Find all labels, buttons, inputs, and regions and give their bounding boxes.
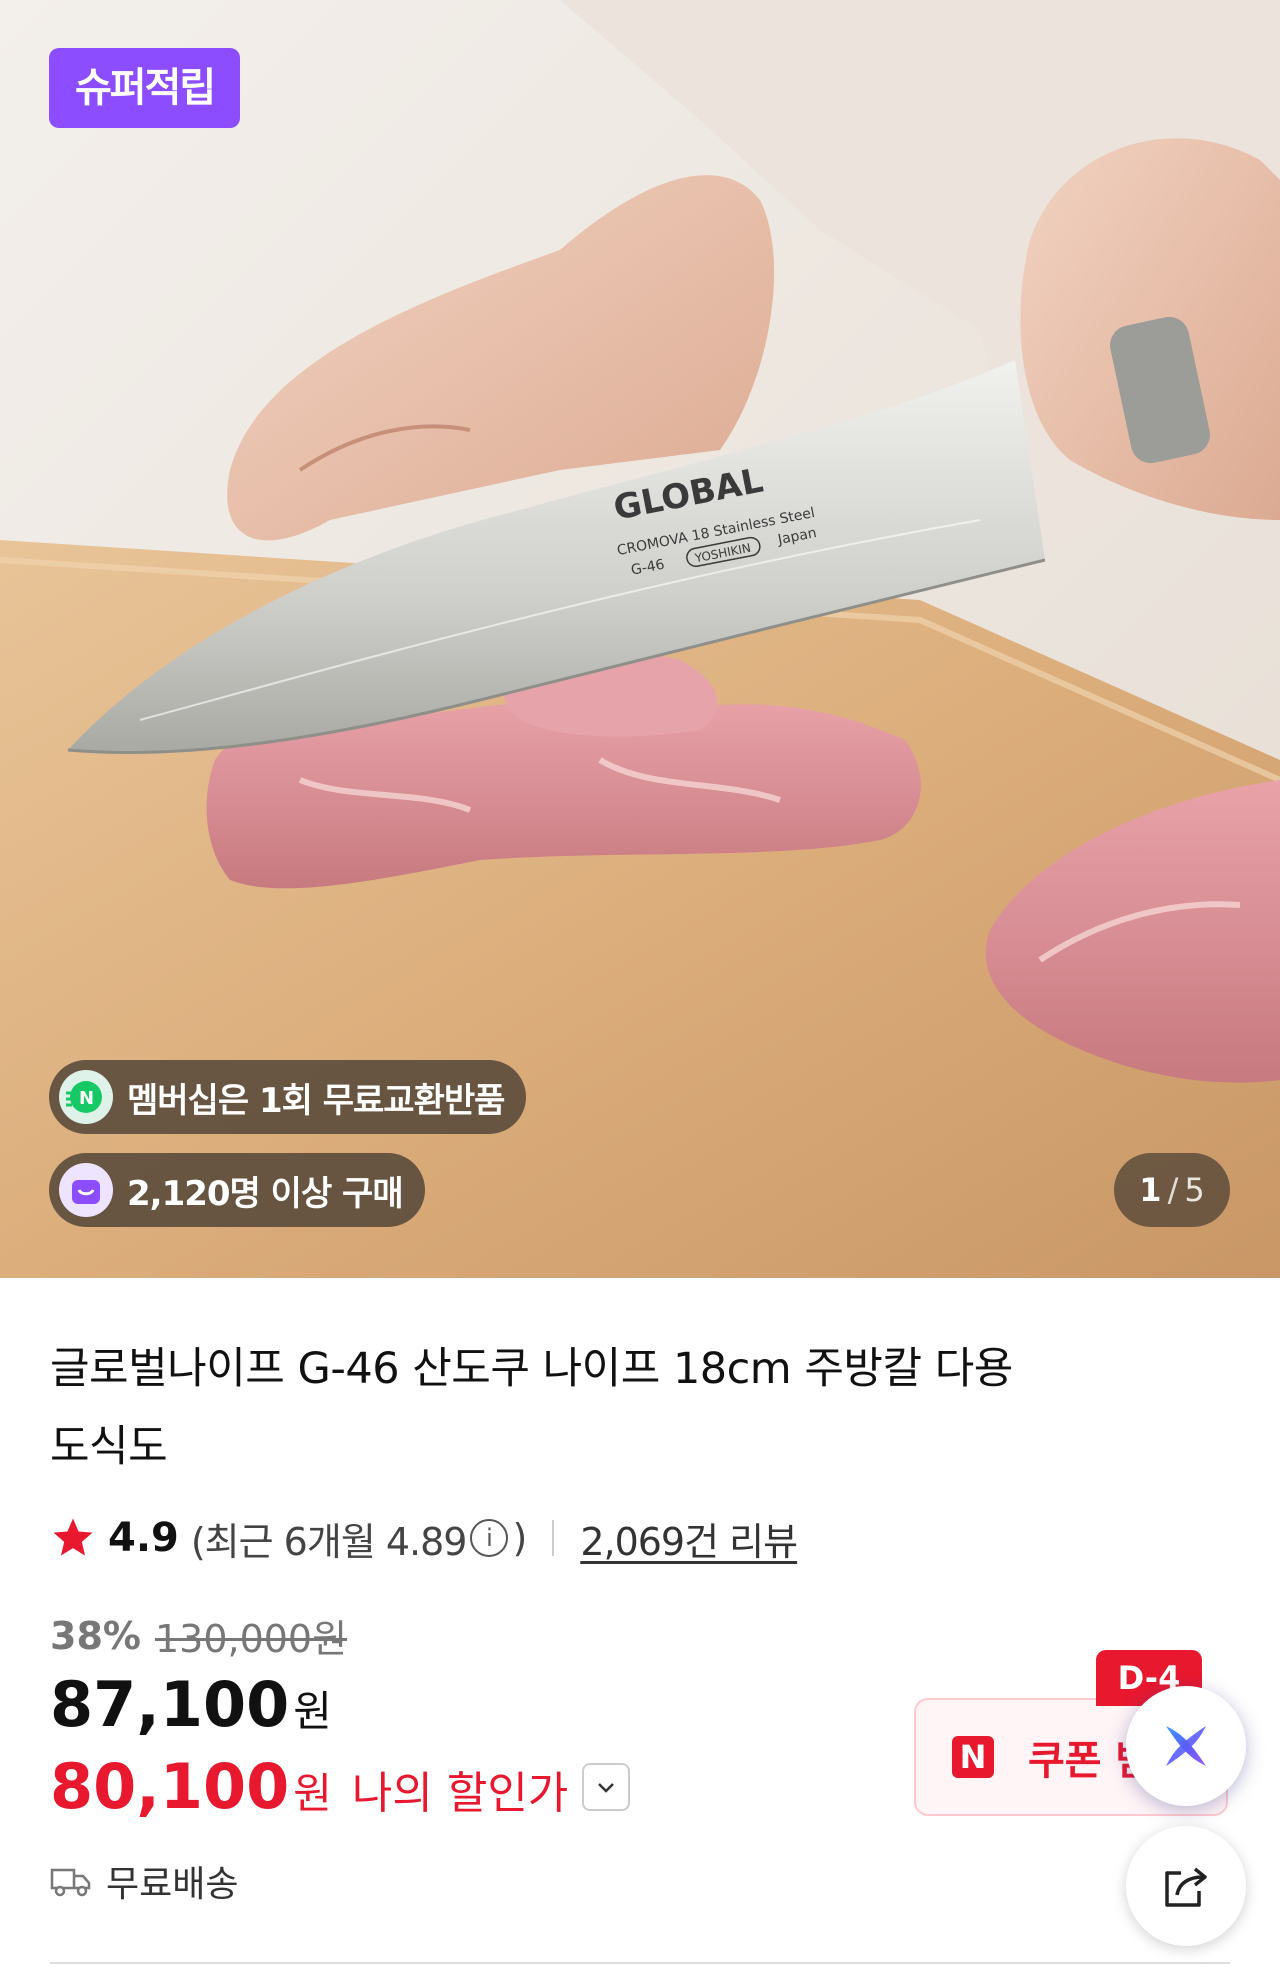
original-price-row: 38% 130,000원 [50,1608,347,1663]
naver-n-icon: N [952,1736,994,1778]
ai-assistant-icon [1166,1726,1206,1766]
naver-membership-icon: N [59,1070,113,1124]
my-discount-label: 나의 할인가 [351,1768,569,1819]
membership-pill-text: 멤버십은 1회 무료교환반품 [127,1080,505,1121]
image-page-counter: 1 / 5 [1114,1153,1230,1227]
original-price: 130,000원 [154,1617,348,1661]
purchase-pill-text: 2,120명 이상 구매 [127,1173,404,1214]
ai-assistant-button[interactable] [1126,1686,1246,1806]
my-discount-price-row[interactable]: 80,100 원 나의 할인가 [50,1750,631,1823]
star-icon [53,1518,93,1556]
svg-text:N: N [79,1088,93,1109]
chevron-down-icon[interactable] [582,1762,631,1811]
product-image-carousel[interactable]: GLOBAL CROMOVA 18 Stainless Steel G-46 Y… [0,0,1280,1278]
purchase-count-pill: 2,120명 이상 구매 [49,1153,425,1227]
rating-divider [552,1520,555,1556]
counter-current: 1 [1139,1171,1162,1209]
review-count-link[interactable]: 2,069건 리뷰 [580,1511,798,1566]
discount-rate: 38% [50,1613,141,1658]
share-button[interactable] [1126,1826,1246,1946]
truck-icon [50,1868,91,1897]
sale-price-unit: 원 [293,1687,332,1736]
shopping-bag-icon [59,1163,113,1217]
section-divider [50,1962,1230,1964]
shipping-text: 무료배송 [106,1864,239,1905]
membership-free-return-pill[interactable]: N 멤버십은 1회 무료교환반품 [49,1060,527,1134]
share-icon [1165,1867,1207,1907]
recent-rating-text: (최근 6개월 4.89 [190,1519,468,1564]
counter-separator: / [1167,1171,1179,1209]
recent-rating-close: ) [512,1516,527,1560]
sale-price: 87,100 [50,1668,290,1741]
shipping-info: 무료배송 [50,1855,238,1907]
counter-total: 5 [1184,1171,1205,1209]
product-title: 글로벌나이프 G-46 산도쿠 나이프 18cm 주방칼 다용도식도 [50,1344,1013,1472]
my-discount-price: 80,100 [50,1750,290,1823]
my-discount-price-unit: 원 [293,1769,332,1818]
sale-price-row: 87,100 원 [50,1668,332,1741]
rating-row: 4.9 (최근 6개월 4.89 i ) 2,069건 리뷰 [50,1510,798,1566]
super-reward-badge: 슈퍼적립 [49,48,241,128]
rating-score: 4.9 [108,1515,179,1561]
info-circle-icon[interactable]: i [470,1519,509,1557]
